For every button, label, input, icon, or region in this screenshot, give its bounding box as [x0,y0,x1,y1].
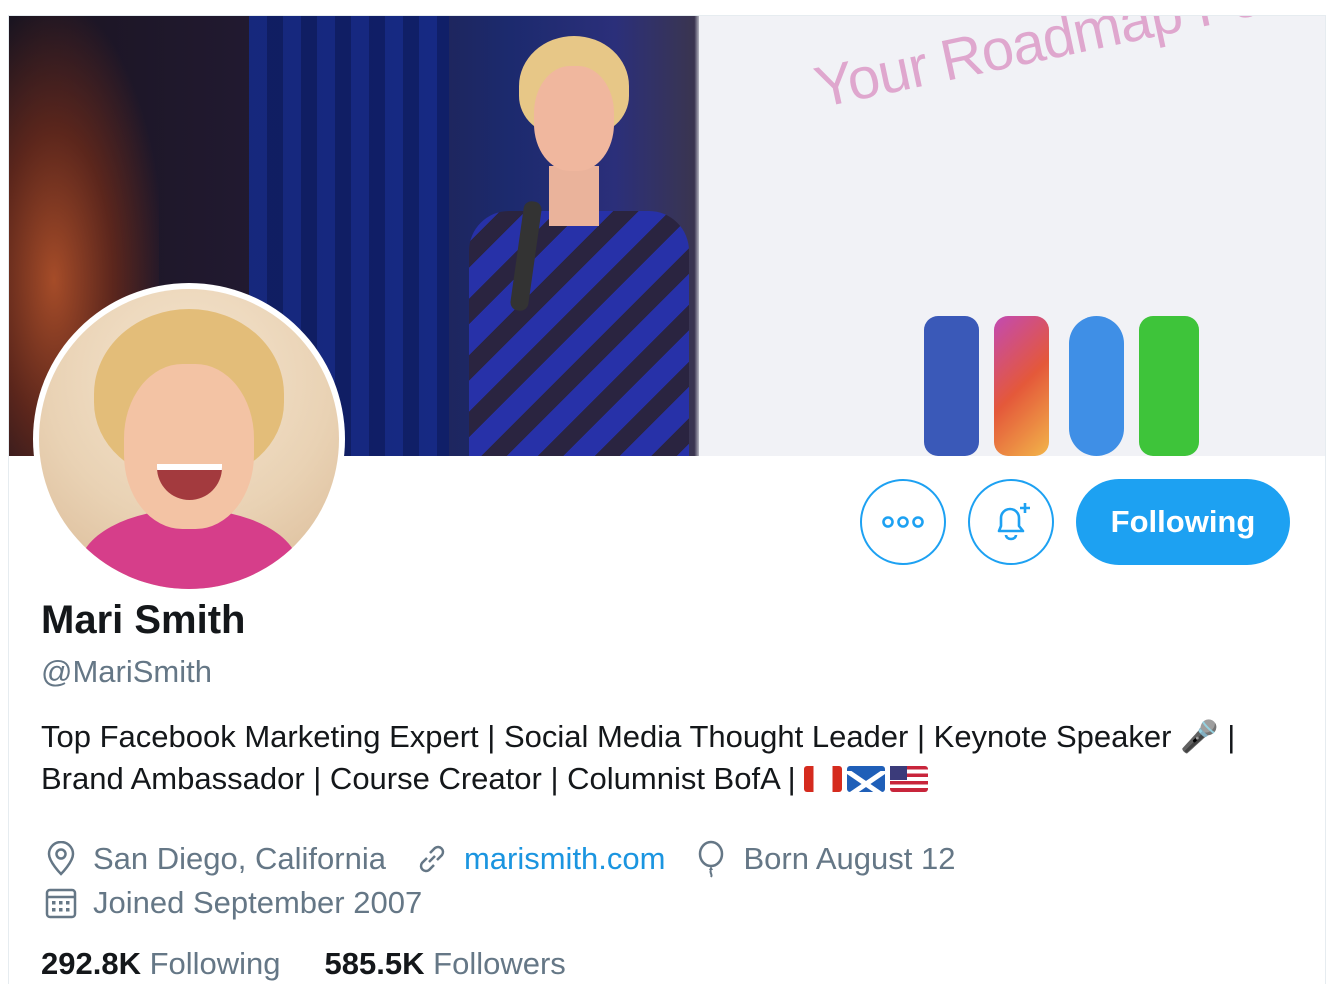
joined-text: Joined September 2007 [93,885,423,920]
following-label: Following [149,946,281,981]
followers-count: 585.5K [324,946,425,981]
location-text: San Diego, California [93,841,386,876]
bell-plus-icon [997,503,1030,541]
profile-bio: Top Facebook Marketing Expert | Social M… [41,716,1291,800]
bio-line-1: Top Facebook Marketing Expert | Social M… [41,719,1236,754]
usa-flag-icon [890,766,929,792]
bio-line-2-wrap: Brand Ambassador | Course Creator | Colu… [41,758,1291,800]
joined-item: Joined September 2007 [41,883,422,923]
more-horizontal-icon [882,516,924,528]
following-stat[interactable]: 292.8K Following [41,946,281,982]
facebook-logo [924,316,979,456]
birthday-text: Born August 12 [743,841,956,876]
balloon-icon [691,839,731,879]
following-button[interactable]: Following [1076,479,1290,565]
bio-line-2: Brand Ambassador | Course Creator | Colu… [41,761,796,796]
messenger-logo [1069,316,1124,456]
link-icon [412,839,452,879]
followers-label: Followers [433,946,566,981]
calendar-icon [41,883,81,923]
following-count: 292.8K [41,946,141,981]
profile-stats: 292.8K Following 585.5K Followers [41,946,610,982]
profile-card: Your Roadmap For The Futur [8,15,1326,984]
notifications-button[interactable] [968,479,1054,565]
profile-handle: @MariSmith [41,654,212,689]
canada-flag-icon [804,766,843,792]
scotland-flag-icon [847,766,886,792]
followers-stat[interactable]: 585.5K Followers [325,946,566,982]
website-link[interactable]: marismith.com [464,841,666,877]
birthday-item: Born August 12 [691,839,955,879]
whatsapp-logo [1139,316,1199,456]
website-item[interactable]: marismith.com [412,839,666,879]
profile-meta-row-2: Joined September 2007 [41,883,448,923]
location-pin-icon [41,839,81,879]
avatar[interactable] [33,283,345,595]
more-options-button[interactable] [860,479,946,565]
speaker-figure [449,36,699,456]
profile-meta-row: San Diego, California marismith.com Born… [41,839,981,879]
instagram-logo [994,316,1049,456]
profile-name: Mari Smith [41,598,246,642]
location-item: San Diego, California [41,839,386,879]
